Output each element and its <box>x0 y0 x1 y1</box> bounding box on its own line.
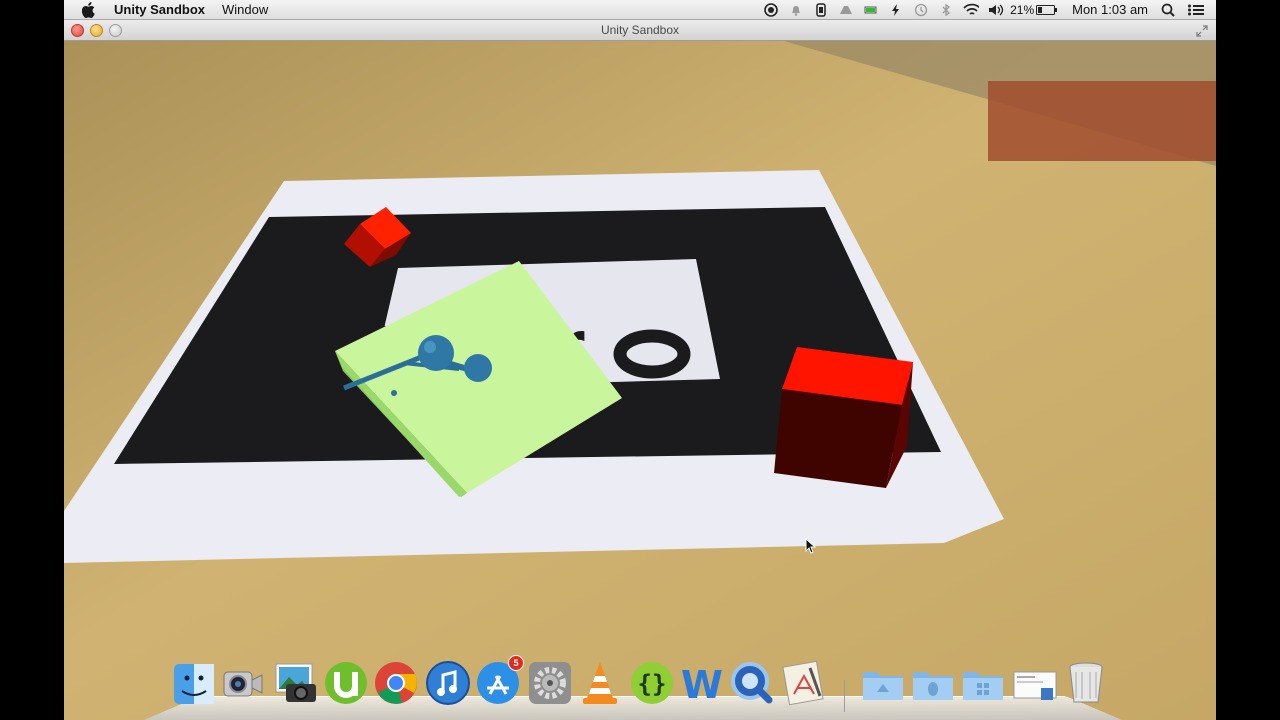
fullscreen-icon[interactable] <box>1196 24 1208 37</box>
dock-separator <box>844 680 845 712</box>
apple-icon[interactable] <box>82 1 96 18</box>
quicktime-icon <box>731 662 773 704</box>
wifi-icon[interactable] <box>963 2 980 18</box>
dock-item-iphoto[interactable] <box>272 658 320 706</box>
gear-icon <box>529 662 571 704</box>
drive-icon[interactable] <box>838 2 854 18</box>
facetime-camera-icon <box>223 671 263 697</box>
finder-icon <box>174 664 214 704</box>
menubar-clock[interactable]: Mon 1:03 am <box>1072 2 1148 17</box>
dock-item-quicktime[interactable] <box>728 658 776 706</box>
large-red-cube <box>774 347 913 488</box>
menu-window[interactable]: Window <box>222 2 268 17</box>
app-store-badge: 5 <box>508 655 524 671</box>
trash-icon <box>1069 662 1103 703</box>
app-menu-title[interactable]: Unity Sandbox <box>114 2 205 17</box>
dock-item-system-preferences[interactable] <box>526 658 574 706</box>
dock-item-app-store[interactable]: 5 <box>474 655 524 706</box>
svg-text:{}: {} <box>638 670 667 698</box>
menu-bar: Unity Sandbox Window 21% Mon 1:03 am <box>64 0 1216 20</box>
dock-item-linux-folder[interactable] <box>909 658 957 706</box>
background-object <box>988 81 1216 161</box>
windows-folder-icon <box>963 672 1003 700</box>
battery-green-icon[interactable] <box>863 2 879 18</box>
dock-item-vlc[interactable] <box>576 658 624 706</box>
mouse-cursor-icon <box>805 538 817 554</box>
dock-item-applications-folder[interactable] <box>859 658 907 706</box>
photo-camera-icon <box>275 663 316 702</box>
svg-text:W: W <box>681 663 723 706</box>
dock-item-windows-folder[interactable] <box>959 658 1007 706</box>
ar-scene: r <box>64 41 1216 720</box>
braces-icon: {} <box>631 662 673 704</box>
window-titlebar[interactable]: Unity Sandbox <box>64 20 1216 41</box>
battery-icon[interactable] <box>1036 2 1058 18</box>
vlc-cone-icon <box>583 662 617 704</box>
dock: 5 {} W <box>144 654 1122 720</box>
document-stack-icon <box>1013 671 1057 700</box>
screen: Unity Sandbox Window 21% Mon 1:03 am Uni… <box>64 0 1216 720</box>
xcode-icon <box>782 660 824 706</box>
phone-icon[interactable] <box>813 2 829 18</box>
word-w-icon: W <box>681 663 723 707</box>
dock-item-utorrent[interactable] <box>322 658 370 706</box>
dock-item-finder[interactable] <box>170 658 218 706</box>
dock-item-word[interactable]: W <box>678 658 726 707</box>
itunes-icon <box>426 661 470 705</box>
dock-item-downloads-stack[interactable] <box>1011 658 1059 706</box>
dock-item-chrome[interactable] <box>372 658 420 706</box>
dock-item-script-editor[interactable]: {} <box>628 658 676 706</box>
record-icon[interactable] <box>763 2 779 18</box>
notification-bell-icon[interactable] <box>788 2 804 18</box>
time-machine-icon[interactable] <box>913 2 929 18</box>
battery-percent: 21% <box>1010 2 1035 17</box>
utorrent-icon <box>325 662 367 704</box>
dock-item-itunes[interactable] <box>424 658 472 706</box>
linux-folder-icon <box>913 672 953 700</box>
bluetooth-icon[interactable] <box>938 2 954 18</box>
chrome-icon <box>375 662 417 704</box>
power-icon[interactable] <box>888 2 904 18</box>
status-area: 21% Mon 1:03 am <box>754 0 1216 19</box>
volume-icon[interactable] <box>988 2 1004 18</box>
spotlight-icon[interactable] <box>1160 2 1176 18</box>
window-title: Unity Sandbox <box>600 23 680 37</box>
dock-item-trash[interactable] <box>1062 658 1110 706</box>
folder-icon <box>863 672 903 700</box>
ar-camera-viewport[interactable]: r <box>64 41 1216 720</box>
dock-item-xcode[interactable] <box>780 658 828 706</box>
notification-center-icon[interactable] <box>1188 2 1204 18</box>
dock-item-facetime[interactable] <box>220 658 268 706</box>
